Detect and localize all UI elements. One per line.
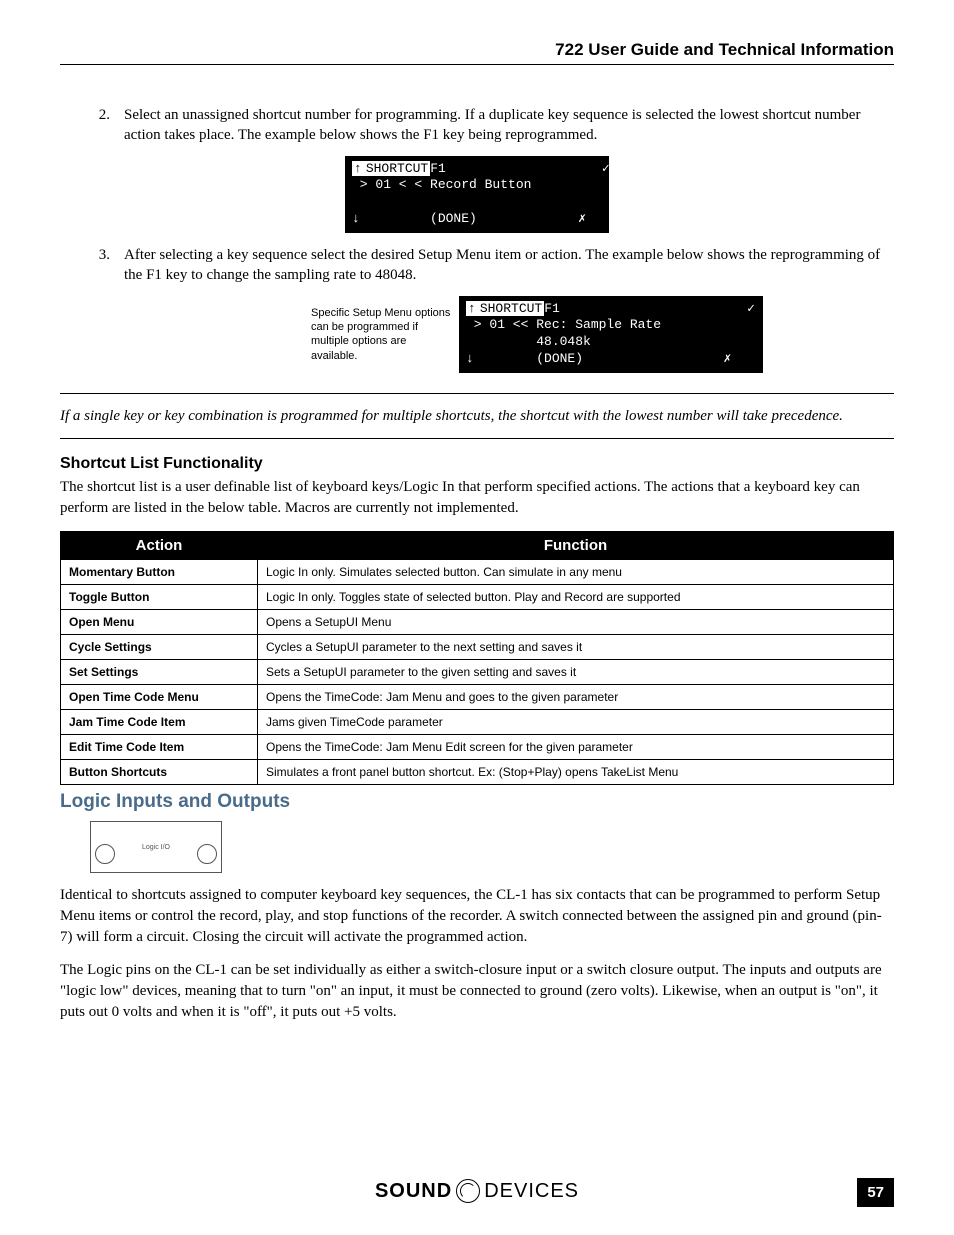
- shortcut-intro: The shortcut list is a user definable li…: [60, 477, 894, 519]
- action-cell: Edit Time Code Item: [61, 735, 258, 760]
- logo-brand: SOUND: [375, 1180, 452, 1203]
- table-row: Open MenuOpens a SetupUI Menu: [61, 610, 894, 635]
- step-list: 2. Select an unassigned shortcut number …: [60, 105, 894, 146]
- col-action: Action: [61, 532, 258, 560]
- lcd-caption: Specific Setup Menu options can be progr…: [311, 306, 451, 363]
- lcd-key: F1: [544, 301, 560, 316]
- table-row: Set SettingsSets a SetupUI parameter to …: [61, 660, 894, 685]
- shortcut-table: Action Function Momentary ButtonLogic In…: [60, 531, 894, 785]
- divider: [60, 393, 894, 394]
- step-2: 2. Select an unassigned shortcut number …: [60, 105, 894, 146]
- lcd-line: ↓ (DONE) ✗: [466, 351, 731, 366]
- logic-io-heading: Logic Inputs and Outputs: [60, 791, 894, 813]
- logic-paragraph-2: The Logic pins on the CL-1 can be set in…: [60, 960, 894, 1023]
- function-cell: Logic In only. Toggles state of selected…: [258, 585, 894, 610]
- footer: SOUND DEVICES: [60, 1179, 894, 1203]
- action-cell: Toggle Button: [61, 585, 258, 610]
- lcd-label: SHORTCUT: [478, 301, 544, 316]
- lcd-arrow-up-icon: ↑: [352, 161, 364, 176]
- lcd-key: F1: [430, 161, 446, 176]
- lcd-line: > 01 << Rec: Sample Rate: [466, 317, 661, 332]
- function-cell: Simulates a front panel button shortcut.…: [258, 760, 894, 785]
- function-cell: Opens a SetupUI Menu: [258, 610, 894, 635]
- table-row: Toggle ButtonLogic In only. Toggles stat…: [61, 585, 894, 610]
- page-number: 57: [857, 1178, 894, 1207]
- lcd-arrow-up-icon: ↑: [466, 301, 478, 316]
- step-number: 2.: [60, 105, 124, 146]
- lcd-line: ↓ (DONE) ✗: [352, 211, 586, 226]
- logo-swirl-icon: [456, 1179, 480, 1203]
- table-row: Open Time Code MenuOpens the TimeCode: J…: [61, 685, 894, 710]
- action-cell: Open Time Code Menu: [61, 685, 258, 710]
- lcd-screenshot-1: ↑SHORTCUTF1 ✓ > 01 < < Record Button ↓ (…: [345, 156, 609, 234]
- sound-devices-logo: SOUND DEVICES: [375, 1179, 579, 1203]
- table-row: Jam Time Code ItemJams given TimeCode pa…: [61, 710, 894, 735]
- step-text: Select an unassigned shortcut number for…: [124, 105, 894, 146]
- shortcut-list-heading: Shortcut List Functionality: [60, 455, 894, 473]
- step-3: 3. After selecting a key sequence select…: [60, 245, 894, 286]
- divider: [60, 438, 894, 439]
- table-row: Momentary ButtonLogic In only. Simulates…: [61, 560, 894, 585]
- logo-suffix: DEVICES: [484, 1180, 579, 1203]
- page-header: 722 User Guide and Technical Information: [60, 40, 894, 65]
- action-cell: Button Shortcuts: [61, 760, 258, 785]
- lcd-check-icon: ✓: [560, 301, 755, 316]
- action-cell: Cycle Settings: [61, 635, 258, 660]
- action-cell: Open Menu: [61, 610, 258, 635]
- col-function: Function: [258, 532, 894, 560]
- connector-label: Logic I/O: [142, 844, 170, 851]
- function-cell: Jams given TimeCode parameter: [258, 710, 894, 735]
- function-cell: Sets a SetupUI parameter to the given se…: [258, 660, 894, 685]
- lcd-line: 48.048k: [466, 334, 591, 349]
- lcd-label: SHORTCUT: [364, 161, 430, 176]
- table-row: Cycle SettingsCycles a SetupUI parameter…: [61, 635, 894, 660]
- action-cell: Set Settings: [61, 660, 258, 685]
- action-cell: Jam Time Code Item: [61, 710, 258, 735]
- step-list: 3. After selecting a key sequence select…: [60, 245, 894, 286]
- function-cell: Opens the TimeCode: Jam Menu and goes to…: [258, 685, 894, 710]
- lcd-check-icon: ✓: [446, 161, 610, 176]
- action-cell: Momentary Button: [61, 560, 258, 585]
- connector-diagram: Logic I/O: [90, 821, 222, 873]
- step-number: 3.: [60, 245, 124, 286]
- table-row: Edit Time Code ItemOpens the TimeCode: J…: [61, 735, 894, 760]
- logic-paragraph-1: Identical to shortcuts assigned to compu…: [60, 885, 894, 948]
- step-text: After selecting a key sequence select th…: [124, 245, 894, 286]
- function-cell: Logic In only. Simulates selected button…: [258, 560, 894, 585]
- table-row: Button ShortcutsSimulates a front panel …: [61, 760, 894, 785]
- function-cell: Cycles a SetupUI parameter to the next s…: [258, 635, 894, 660]
- lcd-screenshot-2: ↑SHORTCUTF1 ✓ > 01 << Rec: Sample Rate 4…: [459, 296, 763, 374]
- lcd-line: > 01 < < Record Button: [352, 177, 531, 192]
- note-text: If a single key or key combination is pr…: [60, 406, 894, 426]
- function-cell: Opens the TimeCode: Jam Menu Edit screen…: [258, 735, 894, 760]
